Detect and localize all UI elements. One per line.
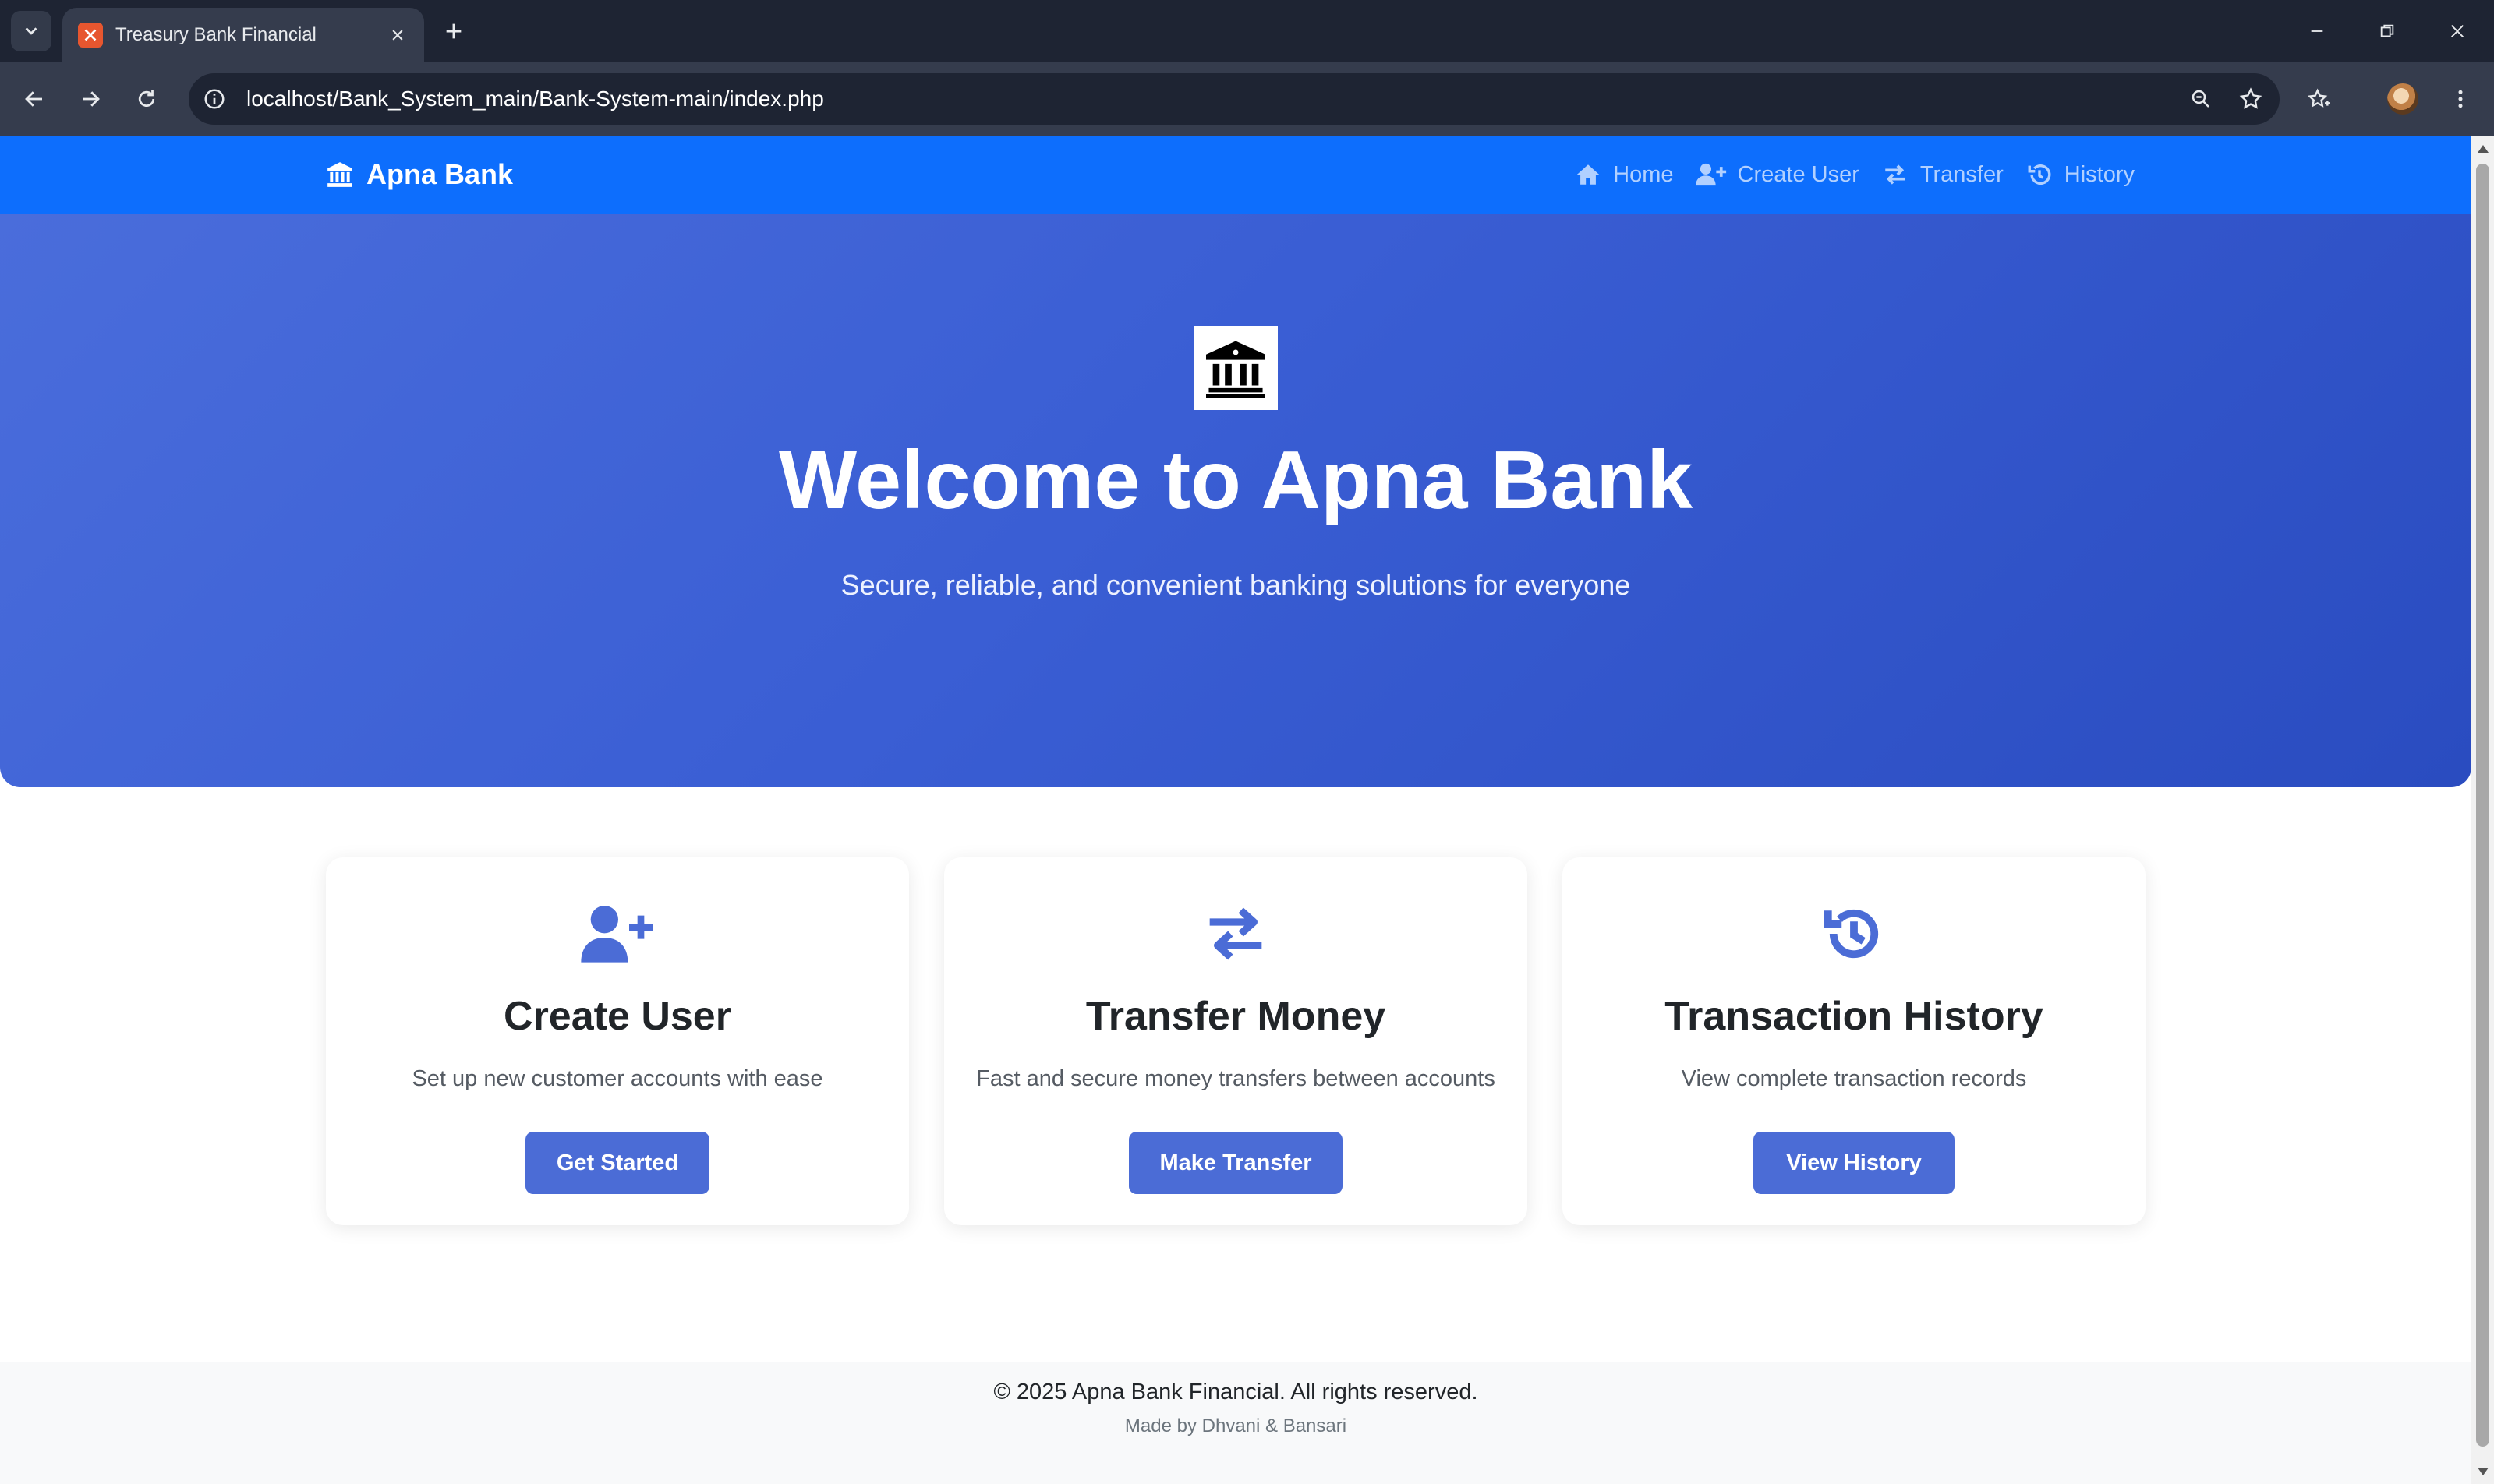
site-navbar: Apna Bank Home Create User Transfer Hist… [0,136,2471,214]
zoom-icon[interactable] [2180,78,2222,120]
profile-avatar[interactable] [2384,80,2421,118]
get-started-button[interactable]: Get Started [525,1132,709,1194]
card-transfer-money: Transfer Money Fast and secure money tra… [944,857,1527,1225]
user-plus-icon [581,906,653,963]
card-create-user: Create User Set up new customer accounts… [326,857,909,1225]
new-tab-button[interactable] [437,14,471,48]
tab-search-button[interactable] [11,11,51,51]
card-description: Set up new customer accounts with ease [412,1066,823,1091]
site-footer: © 2025 Apna Bank Financial. All rights r… [0,1362,2471,1484]
minimize-icon [2311,30,2323,32]
page-viewport: Apna Bank Home Create User Transfer Hist… [0,136,2471,1484]
exchange-icon [1209,907,1262,960]
xampp-favicon-icon [78,23,103,48]
card-description: Fast and secure money transfers between … [976,1066,1495,1091]
reload-button[interactable] [128,80,165,118]
nav-link-label: Home [1613,161,1674,187]
close-icon [2451,25,2464,37]
hero-section: Welcome to Apna Bank Secure, reliable, a… [0,214,2471,787]
nav-link-label: Transfer [1919,161,2004,187]
view-history-button[interactable]: View History [1753,1132,1955,1194]
card-icon [326,901,909,966]
restore-icon [2380,24,2394,37]
scroll-up-icon[interactable] [2475,140,2491,157]
back-button[interactable] [16,80,53,118]
exchange-icon [1885,164,1905,185]
avatar [2387,83,2418,115]
history-icon [2028,164,2051,185]
nav-link-label: Create User [1737,161,1859,187]
card-title: Transaction History [1664,994,2043,1039]
favorites-button[interactable] [2300,80,2337,118]
browser-tab-strip: Treasury Bank Financial [0,0,2494,62]
chevron-down-icon [25,27,37,35]
bank-building-icon [1206,341,1265,398]
browser-menu-button[interactable] [2442,80,2479,118]
brand-link[interactable]: Apna Bank [324,136,513,214]
card-transaction-history: Transaction History View complete transa… [1562,857,2146,1225]
card-icon [944,901,1527,966]
nav-link-create-user[interactable]: Create User [1695,161,1859,188]
nav-link-label: History [2064,161,2135,187]
favorites-star-icon [2308,88,2330,108]
scroll-down-icon[interactable] [2475,1463,2491,1479]
card-title: Create User [504,994,731,1039]
footer-copyright: © 2025 Apna Bank Financial. All rights r… [993,1380,1478,1404]
page-scrollbar[interactable] [2471,136,2494,1484]
user-plus-icon [1695,163,1726,186]
browser-tab[interactable]: Treasury Bank Financial [62,8,424,62]
home-icon [1577,164,1600,185]
close-window-button[interactable] [2421,0,2493,62]
site-info-icon[interactable] [195,80,234,118]
card-description: View complete transaction records [1681,1066,2027,1091]
arrow-left-icon [25,91,42,107]
arrow-right-icon [83,91,100,107]
history-icon [1824,909,1879,959]
forward-button[interactable] [72,80,109,118]
brand-name: Apna Bank [366,158,514,190]
nav-link-home[interactable]: Home [1574,161,1674,188]
minimize-button[interactable] [2281,0,2353,62]
nav-link-history[interactable]: History [2025,161,2135,188]
scrollbar-thumb[interactable] [2476,164,2489,1447]
hero-title: Welcome to Apna Bank [778,434,1693,526]
nav-link-transfer[interactable]: Transfer [1881,161,2004,188]
make-transfer-button[interactable]: Make Transfer [1129,1132,1343,1194]
tab-title: Treasury Bank Financial [115,24,317,45]
reload-icon [138,90,155,107]
tab-close-icon[interactable] [387,24,409,46]
hero-subtitle: Secure, reliable, and convenient banking… [840,569,1631,601]
card-icon [1562,901,2146,966]
footer-credits: Made by Dhvani & Bansari [1124,1415,1347,1436]
browser-toolbar: localhost/Bank_System_main/Bank-System-m… [0,62,2494,136]
restore-button[interactable] [2351,0,2423,62]
bank-icon [327,162,352,187]
card-title: Transfer Money [1085,994,1386,1039]
url-text[interactable]: localhost/Bank_System_main/Bank-System-m… [246,87,2180,111]
bookmark-star-icon[interactable] [2230,78,2272,120]
more-vertical-icon [2458,90,2463,108]
hero-logo [1194,326,1278,410]
address-bar[interactable]: localhost/Bank_System_main/Bank-System-m… [189,73,2280,125]
plus-icon [446,23,462,39]
nav-links: Home Create User Transfer History [1552,136,2135,214]
